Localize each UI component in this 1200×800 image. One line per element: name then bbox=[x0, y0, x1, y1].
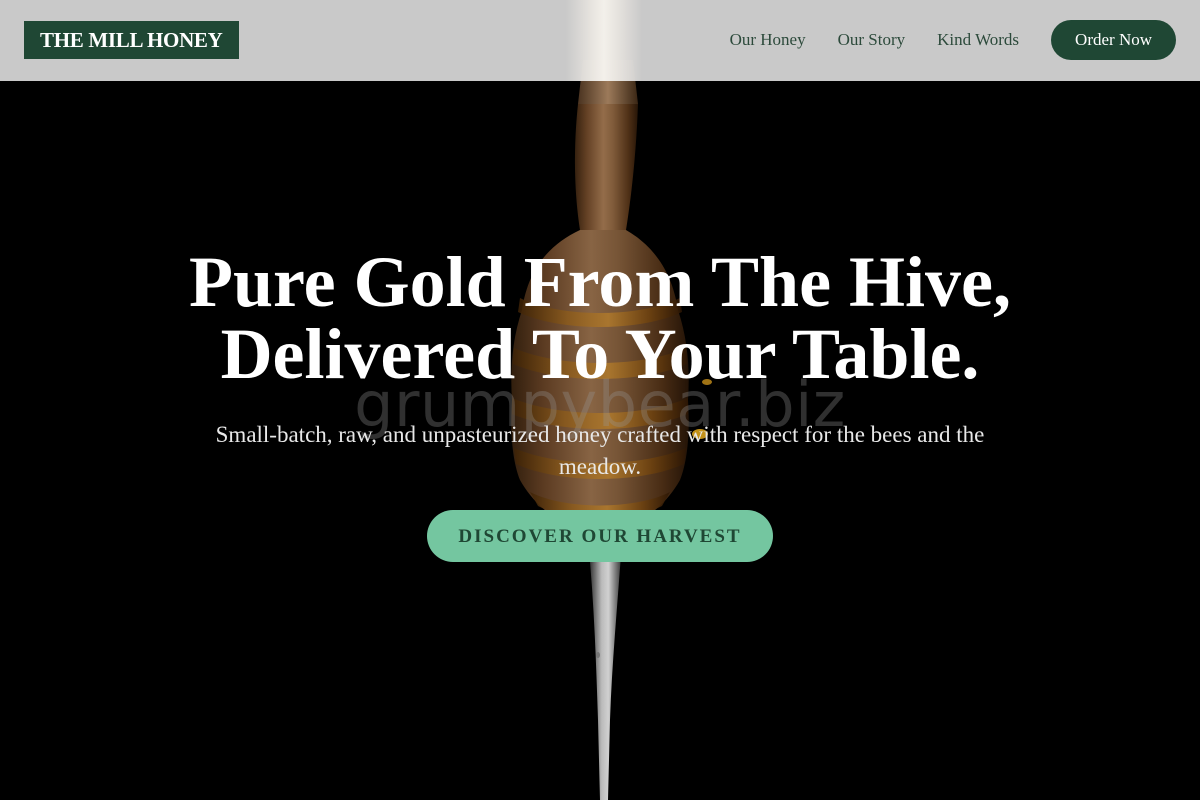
hero-subtitle: Small-batch, raw, and unpasteurized hone… bbox=[215, 422, 985, 479]
hero-title: Pure Gold From The Hive, Delivered To Yo… bbox=[100, 246, 1100, 390]
hero-title-line-1: Pure Gold From The Hive, bbox=[189, 242, 1011, 322]
discover-harvest-button[interactable]: DISCOVER OUR HARVEST bbox=[427, 510, 773, 562]
landing-page: THE MILL HONEY Our Honey Our Story Kind … bbox=[0, 0, 1200, 800]
nav-link-our-story[interactable]: Our Story bbox=[838, 30, 906, 50]
header-dipper-stick bbox=[566, 0, 642, 81]
site-header: THE MILL HONEY Our Honey Our Story Kind … bbox=[0, 0, 1200, 81]
nav-link-our-honey[interactable]: Our Honey bbox=[730, 30, 806, 50]
brand-logo[interactable]: THE MILL HONEY bbox=[24, 21, 239, 59]
main-nav: Our Honey Our Story Kind Words Order Now bbox=[730, 20, 1176, 60]
nav-link-kind-words[interactable]: Kind Words bbox=[937, 30, 1019, 50]
order-now-button[interactable]: Order Now bbox=[1051, 20, 1176, 60]
hero-title-line-2: Delivered To Your Table. bbox=[220, 314, 980, 394]
